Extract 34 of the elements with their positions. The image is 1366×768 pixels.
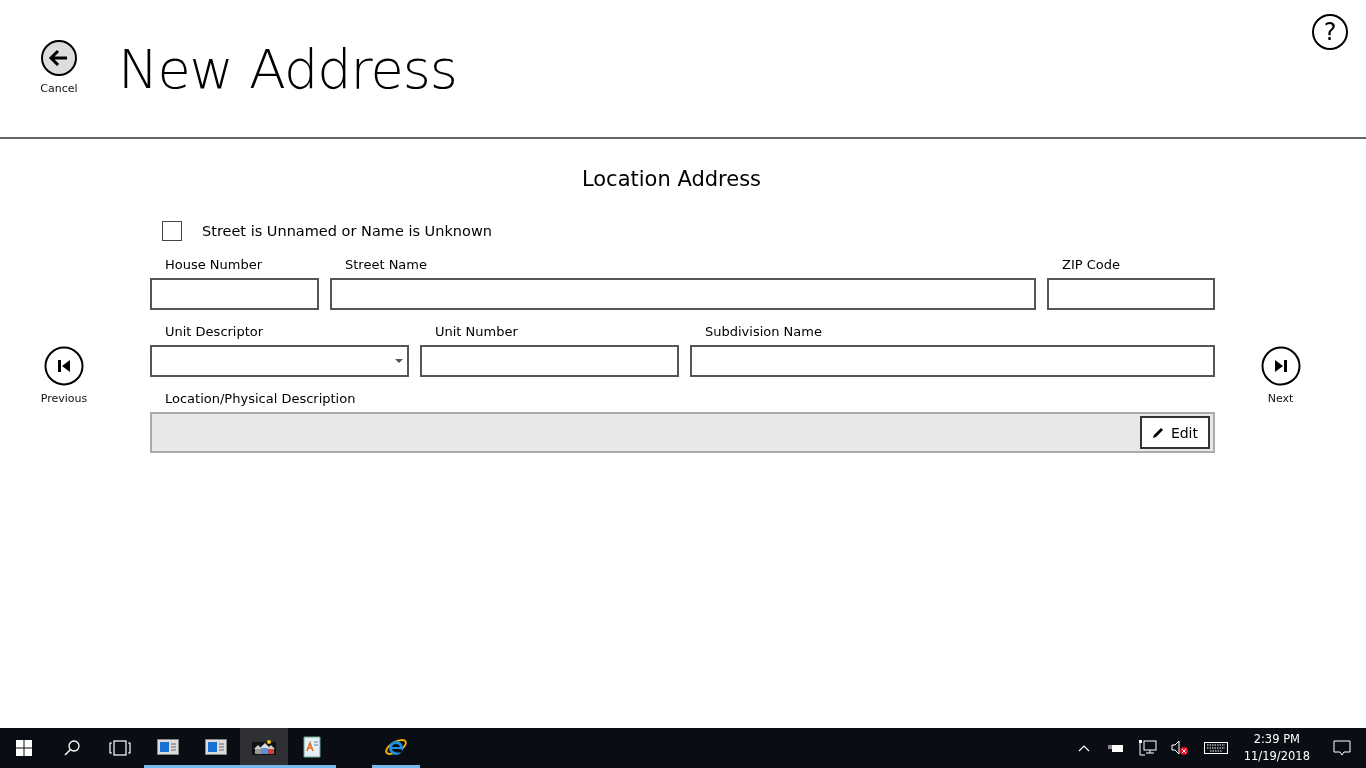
text-field[interactable] [1047, 278, 1215, 310]
notepad-icon [302, 735, 322, 758]
page-title: New Address [118, 38, 457, 101]
field-label: House Number [165, 257, 264, 272]
field-label: Unit Descriptor [165, 324, 265, 339]
window-icon [157, 738, 179, 755]
cancel-button[interactable]: Cancel [36, 40, 82, 95]
text-field[interactable] [150, 278, 319, 310]
pencil-icon [1151, 426, 1165, 439]
skip-forward-icon [1260, 346, 1301, 386]
checkbox[interactable] [162, 221, 182, 241]
task-view-icon [109, 740, 131, 756]
checkbox-label: Street is Unnamed or Name is Unknown [202, 223, 492, 239]
section-title: Location Address [581, 167, 762, 191]
field-label: ZIP Code [1062, 257, 1121, 272]
next-button[interactable]: Next [1260, 346, 1301, 405]
field-label: Unit Number [435, 324, 519, 339]
dropdown-field[interactable] [150, 345, 409, 377]
text-field[interactable] [420, 345, 679, 377]
skip-back-icon [44, 346, 84, 386]
search-icon [64, 740, 80, 756]
caret-icon [395, 359, 403, 363]
window-icon [205, 738, 227, 755]
clock[interactable]: 2:39 PM 11/19/2018 [1235, 728, 1318, 768]
field-label: Street Name [345, 257, 428, 272]
taskbar-app[interactable] [240, 728, 288, 768]
field-label: Subdivision Name [705, 324, 823, 339]
windows-logo-icon [16, 740, 32, 756]
help-button[interactable]: ? [1312, 14, 1348, 50]
previous-button[interactable]: Previous [40, 346, 88, 405]
houses-icon [252, 738, 276, 755]
text-field[interactable] [690, 345, 1215, 377]
text-field[interactable] [330, 278, 1036, 310]
field-label: Location/Physical Description [165, 391, 357, 406]
